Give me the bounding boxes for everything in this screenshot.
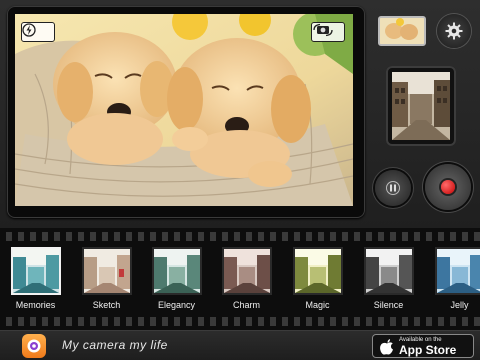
switch-camera-button[interactable] (311, 22, 345, 42)
filter-label: Memories (15, 300, 56, 310)
filter-preview[interactable] (386, 66, 456, 146)
film-sprockets-top (0, 232, 480, 241)
record-button[interactable] (425, 164, 471, 210)
camera-switch-icon (313, 23, 333, 37)
gallery-thumbnail[interactable] (378, 16, 426, 46)
filter-label: Elegancy (157, 300, 196, 310)
filter-label: Sketch (92, 300, 121, 310)
filter-thumbnail (292, 247, 343, 295)
filter-item-silence[interactable]: Silence (361, 247, 416, 317)
filter-thumbnail (363, 247, 414, 295)
viewfinder-image (15, 14, 353, 206)
filter-item-jelly[interactable]: Jelly (432, 247, 480, 317)
flash-button[interactable] (21, 22, 55, 42)
pause-button[interactable] (375, 170, 411, 206)
filter-label: Charm (232, 300, 260, 310)
filter-item-charm[interactable]: Charm (219, 247, 274, 317)
record-icon (441, 180, 455, 194)
apple-icon (380, 339, 393, 355)
filter-label: Jelly (450, 300, 469, 310)
bottom-bar: My camera my life Available on the App S… (0, 330, 480, 360)
app-icon[interactable] (22, 334, 46, 358)
filter-item-magic[interactable]: Magic (290, 247, 345, 317)
film-sprockets-bottom (0, 317, 480, 326)
filter-thumbnail (151, 247, 202, 295)
filter-item-memories[interactable]: Memories (8, 247, 63, 317)
pause-icon (386, 181, 400, 195)
camera-body (0, 0, 480, 228)
gear-icon (445, 22, 463, 40)
app-store-badge[interactable]: Available on the App Store (372, 334, 474, 358)
filter-film-strip: Memories Sketch Elegancy Charm Magic Sil… (0, 228, 480, 330)
filter-item-sketch[interactable]: Sketch (79, 247, 134, 317)
filter-label: Silence (373, 300, 404, 310)
filter-thumbnail (221, 247, 272, 295)
flash-icon (22, 23, 36, 37)
camera-app-icon (27, 339, 41, 353)
filter-item-elegancy[interactable]: Elegancy (149, 247, 204, 317)
filter-thumbnail (81, 247, 132, 295)
camera-viewfinder[interactable] (15, 14, 353, 206)
gallery-thumbnail-image (380, 18, 424, 44)
tagline: My camera my life (62, 338, 168, 352)
filter-preview-image (392, 72, 450, 140)
badge-title: App Store (399, 343, 457, 357)
filter-label: Magic (305, 300, 330, 310)
filter-thumbnail (10, 247, 61, 295)
filter-thumbnail (434, 247, 480, 295)
settings-button[interactable] (437, 14, 471, 48)
